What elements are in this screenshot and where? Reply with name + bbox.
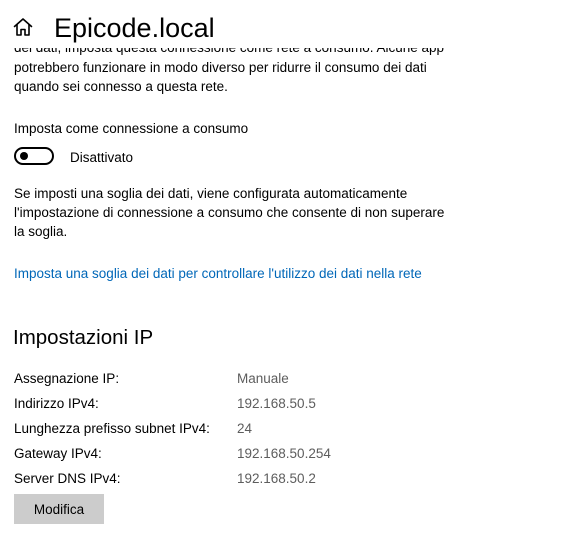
data-threshold-description: Se imposti una soglia dei dati, viene co… [14,184,484,241]
settings-content: dei dati, imposta questa connessione com… [0,0,567,553]
toggle-state-label: Disattivato [70,150,134,165]
home-icon-glyph [13,18,33,36]
ipv4-dns-value: 192.168.50.2 [237,471,316,486]
ipv4-address-row: Indirizzo IPv4: 192.168.50.5 [14,395,514,420]
threshold-description-line-2: l'impostazione di connessione a consumo … [14,205,445,220]
page-header: Epicode.local [0,0,567,48]
ip-assignment-value: Manuale [237,371,289,386]
ipv4-address-label: Indirizzo IPv4: [14,396,99,411]
metered-connection-toggle[interactable] [14,147,54,165]
threshold-description-line-1: Se imposti una soglia dei dati, viene co… [14,186,408,201]
ipv4-gateway-row: Gateway IPv4: 192.168.50.254 [14,445,514,470]
metered-toggle-label: Imposta come connessione a consumo [14,121,249,136]
metered-description-line-3: quando sei connesso a questa rete. [14,79,228,94]
subnet-prefix-value: 24 [237,421,253,436]
toggle-knob [20,152,28,160]
subnet-prefix-label: Lunghezza prefisso subnet IPv4: [14,421,210,436]
ip-settings-heading: Impostazioni IP [13,326,154,349]
home-icon[interactable] [12,16,34,38]
ipv4-dns-row: Server DNS IPv4: 192.168.50.2 [14,470,514,495]
metered-description-line-2: potrebbero funzionare in modo diverso pe… [14,59,427,75]
ip-assignment-label: Assegnazione IP: [14,371,120,386]
subnet-prefix-row: Lunghezza prefisso subnet IPv4: 24 [14,420,514,445]
ip-settings-list: Assegnazione IP: Manuale Indirizzo IPv4:… [14,370,514,495]
ip-assignment-row: Assegnazione IP: Manuale [14,370,514,395]
ipv4-gateway-label: Gateway IPv4: [14,446,102,461]
set-data-limit-link[interactable]: Imposta una soglia dei dati per controll… [14,265,422,283]
page-title: Epicode.local [54,13,215,43]
ipv4-gateway-value: 192.168.50.254 [237,446,331,461]
ipv4-address-value: 192.168.50.5 [237,396,316,411]
threshold-description-line-3: la soglia. [14,224,68,239]
modify-ip-settings-button[interactable]: Modifica [14,494,104,524]
ipv4-dns-label: Server DNS IPv4: [14,471,121,486]
